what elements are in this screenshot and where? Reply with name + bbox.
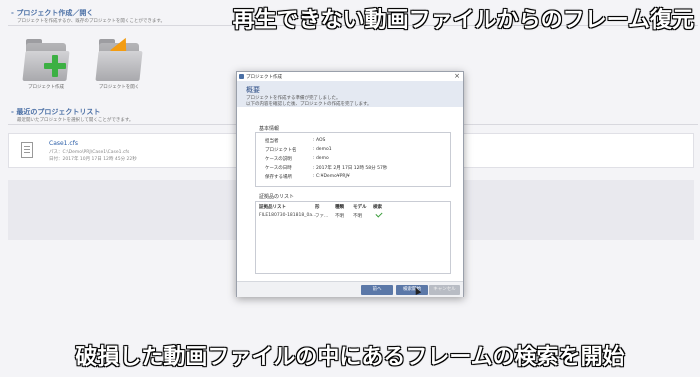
recent-project-name[interactable]: Case1.cfs (49, 140, 78, 147)
evidence-col-model[interactable]: モデル (353, 204, 367, 210)
section-title-recent: - 最近のプロジェクトリスト (11, 108, 101, 116)
evidence-list-label: 証拠品のリスト (259, 194, 295, 200)
recent-project-path: パス：C:\Demo\PRJ\Case1\Case1.cfs (49, 150, 130, 155)
evidence-cell-name[interactable]: FILE180730-181818_0a... (259, 213, 316, 218)
evidence-cell-model: 不明 (353, 214, 362, 219)
back-button[interactable]: 前へ (361, 285, 393, 295)
dialog-title: プロジェクト作成 (246, 75, 282, 80)
info-value-case-date: : 2017年 2月 17日 12時 58分 57秒 (313, 166, 388, 171)
caption-top: 再生できない動画ファイルからのフレーム復元 (232, 8, 694, 33)
dialog-footer: 前へ 検索開始 キャンセル (237, 281, 463, 297)
info-key-project-name: プロジェクト名 (265, 148, 297, 153)
info-key-owner: 担当者 (265, 139, 279, 144)
info-value-owner: : AOS (313, 138, 326, 143)
create-project-dialog: プロジェクト作成 × 概要 プロジェクトを作成する準備が完了しました。 以下の内… (236, 71, 464, 297)
dialog-header: 概要 プロジェクトを作成する準備が完了しました。 以下の内容を確認した後、プロジ… (237, 81, 463, 107)
new-project-label[interactable]: プロジェクト作成 (16, 84, 76, 90)
info-value-case-desc: : demo (313, 156, 329, 161)
basic-info-label: 基本情報 (259, 126, 280, 132)
new-project-button[interactable] (22, 37, 70, 83)
info-value-save-location: : C:¥Demo¥PRJ¥ (313, 174, 350, 179)
info-value-project-name: : demo1 (313, 147, 332, 152)
evidence-col-kind[interactable]: 種類 (335, 204, 344, 210)
app-icon (239, 74, 244, 79)
open-project-label[interactable]: プロジェクトを開く (89, 84, 149, 90)
recent-project-date: 日付：2017年 10月 17日 12時 45分 22秒 (49, 157, 137, 162)
open-project-button[interactable] (95, 34, 143, 83)
info-key-case-desc: ケースの説明 (265, 157, 292, 162)
info-key-case-date: ケースの日時 (265, 166, 292, 171)
dialog-header-title: 概要 (246, 86, 260, 94)
section-subtitle-create: プロジェクトを作成するか、既存のプロジェクトを開くことができます。 (17, 19, 165, 24)
dialog-header-line2: 以下の内容を確認した後、プロジェクトの作成を完了します。 (246, 102, 372, 107)
document-icon (21, 142, 33, 158)
evidence-col-name[interactable]: 証拠品リスト (259, 204, 286, 210)
section-subtitle-recent: 最近開いたプロジェクトを選択して開くことができます。 (17, 118, 134, 123)
start-search-button[interactable]: 検索開始 (396, 285, 428, 295)
evidence-cell-form: ファ... (315, 214, 329, 219)
caption-bottom: 破損した動画ファイルの中にあるフレームの検索を開始 (75, 345, 625, 370)
evidence-cell-kind: 不明 (335, 214, 344, 219)
info-key-save-location: 保存する場所 (265, 175, 292, 180)
evidence-col-form[interactable]: 形 (315, 204, 320, 210)
close-icon[interactable]: × (454, 72, 460, 81)
dialog-titlebar: プロジェクト作成 × (237, 72, 463, 81)
evidence-col-search[interactable]: 検索 (373, 204, 382, 210)
cancel-button[interactable]: キャンセル (429, 285, 460, 295)
section-title-create: - プロジェクト作成／開く (11, 9, 94, 17)
evidence-list-box (255, 201, 451, 274)
